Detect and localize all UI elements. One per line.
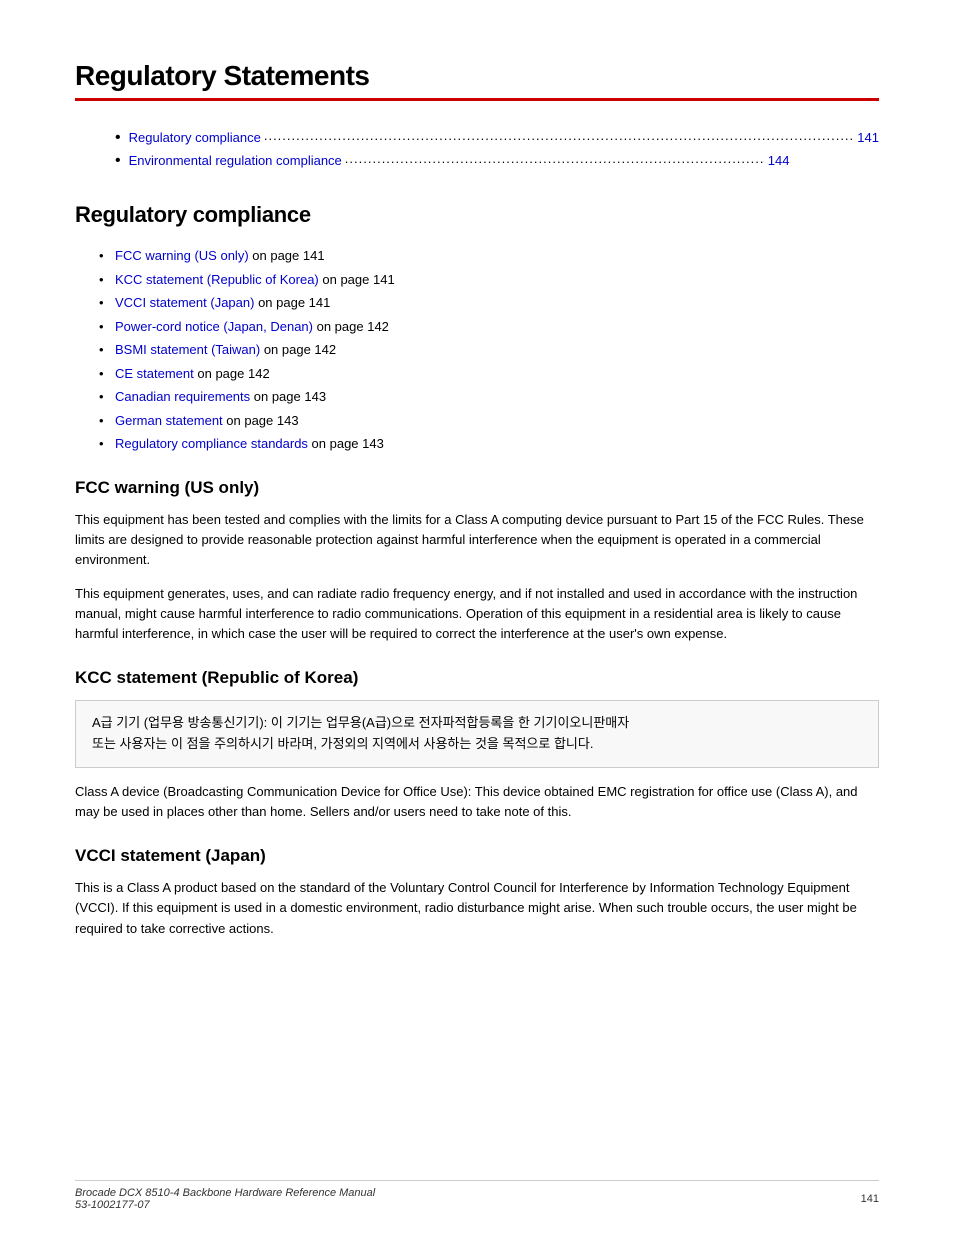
footer-manual-title: Brocade DCX 8510-4 Backbone Hardware Ref…: [75, 1187, 375, 1199]
list-item-fcc: FCC warning (US only) on page 141: [115, 246, 879, 266]
list-item-canadian: Canadian requirements on page 143: [115, 387, 879, 407]
toc-section: • Regulatory compliance 141 • Environmen…: [75, 129, 879, 170]
footer-left: Brocade DCX 8510-4 Backbone Hardware Ref…: [75, 1187, 375, 1211]
regulatory-compliance-section: Regulatory compliance FCC warning (US on…: [75, 202, 879, 939]
page-title: Regulatory Statements: [75, 60, 879, 92]
vcci-statement-heading: VCCI statement (Japan): [75, 846, 879, 866]
link-ce-suffix: on page 142: [194, 366, 270, 381]
toc-fill-2: [345, 151, 765, 166]
link-kcc-statement[interactable]: KCC statement (Republic of Korea): [115, 272, 319, 287]
toc-link-regulatory-compliance[interactable]: Regulatory compliance: [129, 130, 261, 145]
vcci-para: This is a Class A product based on the s…: [75, 878, 879, 938]
link-regulatory-standards[interactable]: Regulatory compliance standards: [115, 436, 308, 451]
kcc-korean-text: A급 기기 (업무용 방송통신기기): 이 기기는 업무용(A급)으로 전자파적…: [92, 715, 629, 751]
list-item-ce: CE statement on page 142: [115, 364, 879, 384]
fcc-warning-heading: FCC warning (US only): [75, 478, 879, 498]
toc-fill-1: [264, 128, 854, 143]
link-power-cord-suffix: on page 142: [313, 319, 389, 334]
regulatory-compliance-list: FCC warning (US only) on page 141 KCC st…: [75, 246, 879, 454]
list-item-regulatory-standards: Regulatory compliance standards on page …: [115, 434, 879, 454]
link-vcci-statement[interactable]: VCCI statement (Japan): [115, 295, 254, 310]
link-canadian-requirements[interactable]: Canadian requirements: [115, 389, 250, 404]
link-fcc-warning[interactable]: FCC warning (US only): [115, 248, 249, 263]
kcc-english-para: Class A device (Broadcasting Communicati…: [75, 782, 879, 822]
red-rule-divider: [75, 98, 879, 101]
link-power-cord[interactable]: Power-cord notice (Japan, Denan): [115, 319, 313, 334]
link-german-statement[interactable]: German statement: [115, 413, 223, 428]
page-container: Regulatory Statements • Regulatory compl…: [0, 0, 954, 1235]
toc-page-2: 144: [768, 153, 790, 168]
toc-bullet-1: •: [115, 129, 121, 147]
list-item-vcci: VCCI statement (Japan) on page 141: [115, 293, 879, 313]
fcc-warning-para-2: This equipment generates, uses, and can …: [75, 584, 879, 644]
fcc-warning-para-1: This equipment has been tested and compl…: [75, 510, 879, 570]
list-item-power-cord: Power-cord notice (Japan, Denan) on page…: [115, 317, 879, 337]
regulatory-compliance-heading: Regulatory compliance: [75, 202, 879, 228]
link-regulatory-standards-suffix: on page 143: [308, 436, 384, 451]
link-canadian-suffix: on page 143: [250, 389, 326, 404]
link-german-suffix: on page 143: [223, 413, 299, 428]
page-footer: Brocade DCX 8510-4 Backbone Hardware Ref…: [75, 1180, 879, 1211]
footer-doc-number: 53-1002177-07: [75, 1199, 375, 1211]
toc-bullet-2: •: [115, 152, 121, 170]
link-vcci-suffix: on page 141: [254, 295, 330, 310]
kcc-statement-heading: KCC statement (Republic of Korea): [75, 668, 879, 688]
list-item-kcc: KCC statement (Republic of Korea) on pag…: [115, 270, 879, 290]
footer-page-number: 141: [861, 1193, 879, 1205]
list-item-bsmi: BSMI statement (Taiwan) on page 142: [115, 340, 879, 360]
toc-item-2: • Environmental regulation compliance 14…: [115, 152, 879, 170]
link-ce-statement[interactable]: CE statement: [115, 366, 194, 381]
link-bsmi-suffix: on page 142: [260, 342, 336, 357]
link-kcc-suffix: on page 141: [319, 272, 395, 287]
toc-page-1: 141: [857, 130, 879, 145]
toc-item-1: • Regulatory compliance 141: [115, 129, 879, 147]
kcc-korean-text-box: A급 기기 (업무용 방송통신기기): 이 기기는 업무용(A급)으로 전자파적…: [75, 700, 879, 768]
list-item-german: German statement on page 143: [115, 411, 879, 431]
link-fcc-suffix: on page 141: [249, 248, 325, 263]
toc-link-environmental-compliance[interactable]: Environmental regulation compliance: [129, 153, 342, 168]
link-bsmi-statement[interactable]: BSMI statement (Taiwan): [115, 342, 260, 357]
